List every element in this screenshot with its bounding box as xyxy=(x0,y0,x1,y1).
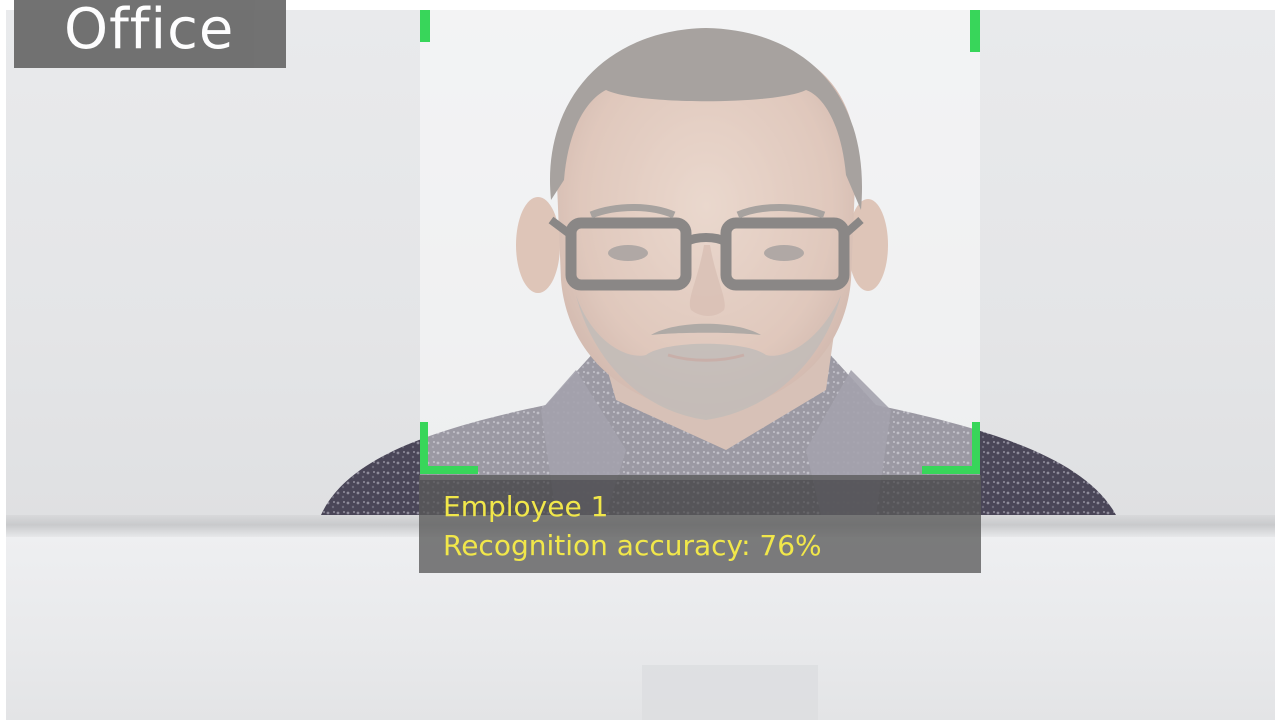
recognition-accuracy: Recognition accuracy: 76% xyxy=(443,529,822,563)
corner-top-right xyxy=(970,10,980,52)
corner-top-left xyxy=(420,10,430,42)
recognition-info-panel: Employee 1 Recognition accuracy: 76% xyxy=(419,475,981,573)
face-detection-box xyxy=(420,10,980,480)
accuracy-label: Recognition accuracy: xyxy=(443,529,751,562)
location-label-text: Office xyxy=(64,0,235,62)
employee-name: Employee 1 xyxy=(443,490,609,523)
corner-bottom-left-horizontal xyxy=(420,466,478,474)
desk-object xyxy=(642,665,818,720)
location-label: Office xyxy=(14,0,286,68)
camera-feed: Employee 1 Recognition accuracy: 76% xyxy=(6,10,1275,720)
accuracy-value: 76% xyxy=(759,529,822,562)
camera-view: Employee 1 Recognition accuracy: 76% Off… xyxy=(0,0,1275,720)
corner-bottom-right-horizontal xyxy=(922,466,980,474)
